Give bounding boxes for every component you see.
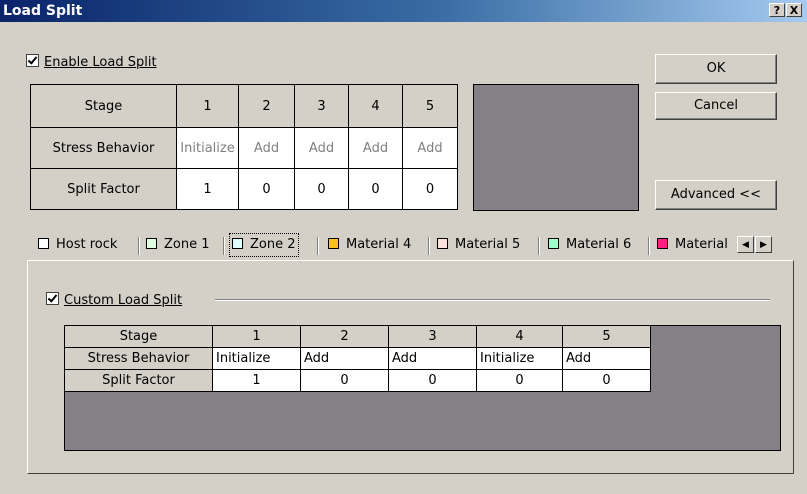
tab-zone-1[interactable]: Zone 1 — [146, 235, 210, 255]
help-button[interactable]: ? — [769, 3, 785, 17]
tab-host-rock[interactable]: Host rock — [38, 235, 117, 255]
tab-scroll-right-icon[interactable]: ▶ — [755, 236, 772, 253]
split-factor-cell: 0 — [238, 168, 295, 210]
stage-header: 2 — [238, 84, 295, 128]
tab-material-5[interactable]: Material 5 — [437, 235, 520, 255]
stage-header: 1 — [176, 84, 239, 128]
checkbox-icon — [26, 54, 39, 67]
group-divider — [215, 299, 770, 301]
row-header-stress-behavior: Stress Behavior — [64, 347, 213, 370]
top-stage-grid: Stage 1 2 3 4 5 Stress Behavior Initiali… — [30, 84, 458, 210]
bottom-stage-grid: Stage 1 2 3 4 5 Stress Behavior Initiali… — [64, 325, 651, 392]
row-header-stress-behavior: Stress Behavior — [30, 127, 177, 169]
stress-behavior-cell[interactable]: Add — [388, 347, 477, 370]
stage-header: 2 — [300, 325, 389, 348]
row-header-split-factor: Split Factor — [64, 369, 213, 392]
color-swatch-icon — [38, 238, 49, 249]
stress-behavior-cell[interactable]: Add — [562, 347, 651, 370]
row-header-split-factor: Split Factor — [30, 168, 177, 210]
split-factor-cell[interactable]: 0 — [476, 369, 563, 392]
stress-behavior-cell[interactable]: Initialize — [476, 347, 563, 370]
stress-behavior-cell[interactable]: Add — [300, 347, 389, 370]
window-title: Load Split — [3, 3, 83, 19]
stage-header: 3 — [294, 84, 349, 128]
color-swatch-icon — [657, 238, 668, 249]
color-swatch-icon — [328, 238, 339, 249]
enable-load-split-checkbox[interactable]: Enable Load Split — [26, 54, 157, 70]
checkbox-icon — [46, 292, 59, 305]
color-swatch-icon — [437, 238, 448, 249]
color-swatch-icon — [548, 238, 559, 249]
row-header-stage: Stage — [30, 84, 177, 128]
cancel-button[interactable]: Cancel — [655, 92, 777, 120]
stage-header: 4 — [476, 325, 563, 348]
split-factor-cell[interactable]: 0 — [562, 369, 651, 392]
title-bar: Load Split ? X — [0, 0, 807, 22]
stress-behavior-cell: Add — [294, 127, 349, 169]
split-factor-cell[interactable]: 0 — [388, 369, 477, 392]
stress-behavior-cell: Initialize — [176, 127, 239, 169]
top-grid-background — [473, 84, 639, 211]
custom-load-split-checkbox[interactable]: Custom Load Split — [46, 292, 182, 308]
tab-material-7[interactable]: Material — [657, 235, 737, 255]
split-factor-cell: 0 — [402, 168, 458, 210]
close-button[interactable]: X — [786, 3, 802, 17]
split-factor-cell: 1 — [176, 168, 239, 210]
stress-behavior-cell: Add — [238, 127, 295, 169]
stress-behavior-cell: Add — [402, 127, 458, 169]
row-header-stage: Stage — [64, 325, 213, 348]
stage-header: 3 — [388, 325, 477, 348]
split-factor-cell: 0 — [348, 168, 403, 210]
stage-header: 1 — [212, 325, 301, 348]
tab-zone-2[interactable]: Zone 2 — [229, 233, 299, 257]
color-swatch-icon — [146, 238, 157, 249]
advanced-button[interactable]: Advanced << — [655, 180, 777, 210]
custom-load-split-label: Custom Load Split — [64, 293, 183, 308]
color-swatch-icon — [232, 238, 243, 249]
split-factor-cell[interactable]: 1 — [212, 369, 301, 392]
tab-material-6[interactable]: Material 6 — [548, 235, 631, 255]
tab-material-4[interactable]: Material 4 — [328, 235, 411, 255]
stage-header: 5 — [402, 84, 458, 128]
stress-behavior-cell[interactable]: Initialize — [212, 347, 301, 370]
split-factor-cell: 0 — [294, 168, 349, 210]
stress-behavior-cell: Add — [348, 127, 403, 169]
stage-header: 5 — [562, 325, 651, 348]
tab-scroll-left-icon[interactable]: ◀ — [737, 236, 754, 253]
split-factor-cell[interactable]: 0 — [300, 369, 389, 392]
stage-header: 4 — [348, 84, 403, 128]
enable-load-split-label: Enable Load Split — [44, 55, 157, 70]
ok-button[interactable]: OK — [655, 54, 777, 84]
